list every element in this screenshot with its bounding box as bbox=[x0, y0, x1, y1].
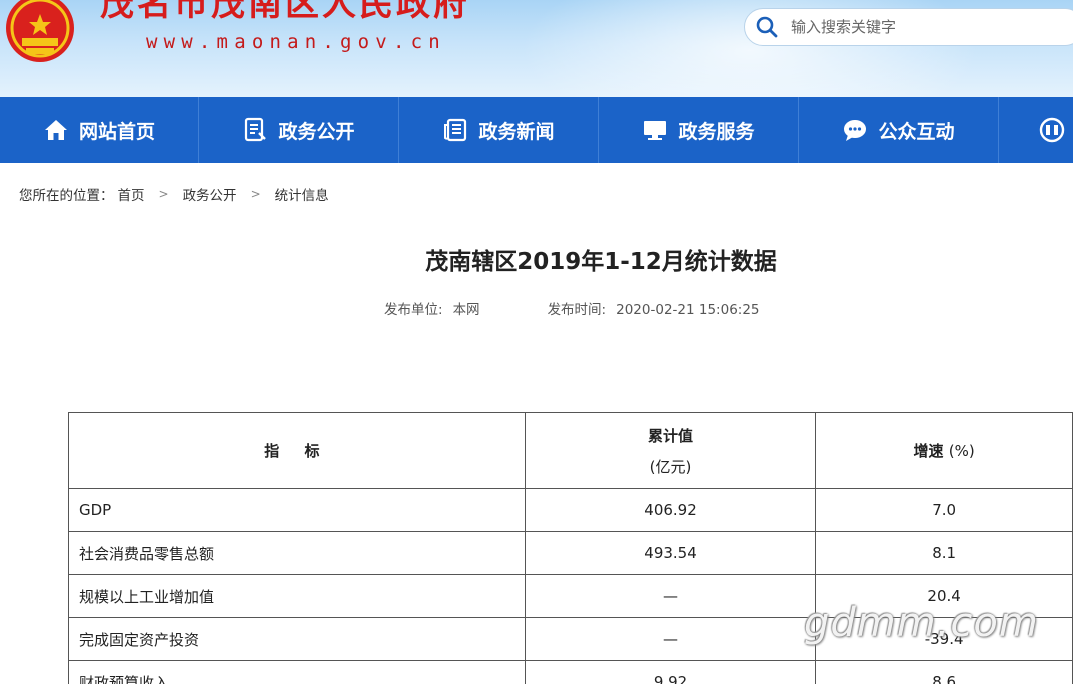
row-indicator: GDP bbox=[68, 488, 526, 532]
site-title: 茂名市茂南区人民政府 bbox=[100, 0, 470, 24]
statistics-table: 指 标 累计值 (亿元) 增速 (%) GDP 406.92 7.0 社会消费品… bbox=[68, 412, 1073, 684]
nav-item-label: 政务公开 bbox=[278, 120, 355, 143]
search-icon[interactable] bbox=[755, 15, 779, 39]
table-row: 规模以上工业增加值 — 20.4 bbox=[68, 574, 1073, 618]
row-growth: 20.4 bbox=[815, 574, 1073, 618]
row-growth: 7.0 bbox=[815, 488, 1073, 532]
monitor-icon bbox=[644, 121, 667, 140]
publisher-label: 发布单位: bbox=[384, 302, 443, 318]
header-cumulative: 累计值 (亿元) bbox=[524, 412, 817, 489]
breadcrumb-public-affairs[interactable]: 政务公开 bbox=[183, 184, 237, 204]
row-indicator: 规模以上工业增加值 bbox=[68, 574, 526, 618]
table-header-row: 指 标 累计值 (亿元) 增速 (%) bbox=[68, 412, 1073, 489]
newspaper-icon bbox=[444, 118, 467, 142]
row-indicator: 财政预算收入 bbox=[68, 660, 526, 684]
document-icon bbox=[245, 117, 267, 142]
publish-time-info: 发布时间: 2020-02-21 15:06:25 bbox=[548, 298, 760, 318]
publish-time-label: 发布时间: bbox=[547, 302, 607, 318]
header-indicator: 指 标 bbox=[68, 412, 526, 489]
header-cumulative-unit: (亿元) bbox=[649, 457, 692, 476]
home-icon bbox=[44, 120, 67, 140]
nav-item-news[interactable]: 政务新闻 bbox=[399, 97, 599, 163]
row-growth: -39.4 bbox=[815, 617, 1073, 661]
main-nav: 网站首页 政务公开 政务新闻 政务服务 公众互动 bbox=[0, 97, 1073, 163]
nav-item-label: 政务新闻 bbox=[478, 120, 555, 143]
table-row: 财政预算收入 9.92 8.6 bbox=[68, 660, 1073, 684]
row-growth: 8.6 bbox=[815, 660, 1073, 684]
breadcrumb-statistics[interactable]: 统计信息 bbox=[275, 184, 329, 204]
publish-time-value: 2020-02-21 15:06:25 bbox=[616, 302, 760, 318]
row-value: — bbox=[524, 617, 817, 661]
site-domain: www.maonan.gov.cn bbox=[146, 31, 446, 53]
header-growth-unit: (%) bbox=[948, 442, 975, 460]
nav-item-public-affairs[interactable]: 政务公开 bbox=[199, 97, 399, 163]
table-row: 社会消费品零售总额 493.54 8.1 bbox=[68, 531, 1073, 575]
header-growth: 增速 (%) bbox=[815, 412, 1073, 489]
search-input[interactable] bbox=[791, 18, 1051, 36]
national-emblem-icon bbox=[6, 0, 74, 62]
row-indicator: 完成固定资产投资 bbox=[68, 617, 526, 661]
nav-item-interaction[interactable]: 公众互动 bbox=[799, 97, 999, 163]
row-growth: 8.1 bbox=[815, 531, 1073, 575]
breadcrumb-home[interactable]: 首页 bbox=[118, 184, 145, 204]
nav-item-label: 网站首页 bbox=[78, 120, 155, 143]
table-row: 完成固定资产投资 — -39.4 bbox=[68, 617, 1073, 661]
chevron-right-icon: > bbox=[250, 187, 261, 201]
row-value: 493.54 bbox=[524, 531, 817, 575]
chevron-right-icon: > bbox=[158, 187, 169, 201]
row-value: 9.92 bbox=[524, 660, 817, 684]
header-cumulative-label: 累计值 bbox=[648, 426, 694, 445]
chat-icon bbox=[844, 120, 867, 141]
row-value: 406.92 bbox=[524, 488, 817, 532]
nav-item-more[interactable] bbox=[999, 97, 1073, 163]
header-growth-label: 增速 bbox=[913, 442, 944, 460]
breadcrumb-prefix: 您所在的位置： bbox=[19, 188, 114, 204]
nav-item-home[interactable]: 网站首页 bbox=[0, 97, 199, 163]
publisher-value: 本网 bbox=[452, 302, 480, 318]
nav-item-services[interactable]: 政务服务 bbox=[599, 97, 799, 163]
row-indicator: 社会消费品零售总额 bbox=[68, 531, 526, 575]
table-row: GDP 406.92 7.0 bbox=[68, 488, 1073, 532]
article-meta: 发布单位: 本网 发布时间: 2020-02-21 15:06:25 bbox=[384, 298, 760, 318]
search-box[interactable] bbox=[744, 8, 1073, 46]
circle-menu-icon bbox=[1039, 117, 1065, 143]
page-title: 茂南辖区2019年1-12月统计数据 bbox=[425, 249, 777, 275]
nav-item-label: 公众互动 bbox=[878, 120, 955, 143]
breadcrumb: 您所在的位置： 首页 > 政务公开 > 统计信息 bbox=[19, 184, 329, 204]
row-value: — bbox=[524, 574, 817, 618]
site-header: 茂名市茂南区人民政府 www.maonan.gov.cn bbox=[0, 0, 1073, 97]
nav-item-label: 政务服务 bbox=[678, 120, 755, 143]
publisher-info: 发布单位: 本网 bbox=[384, 298, 480, 318]
